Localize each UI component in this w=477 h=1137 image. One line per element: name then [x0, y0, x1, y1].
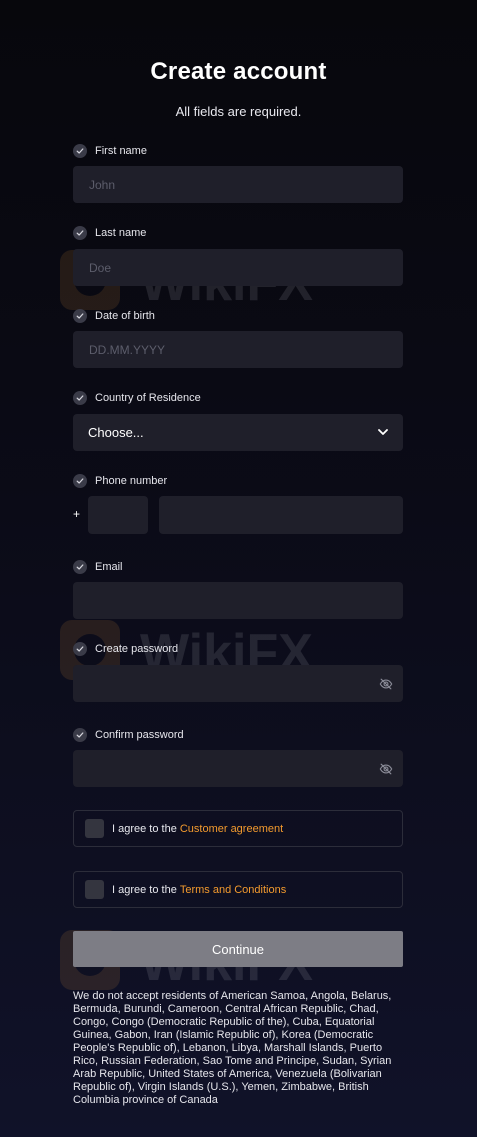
phone-prefix: + — [73, 507, 81, 521]
check-icon — [73, 144, 87, 158]
customer-agreement-row: I agree to the Customer agreement — [73, 810, 403, 847]
check-icon — [73, 560, 87, 574]
password-label-text: Create password — [95, 643, 179, 655]
country-label: Country of Residence — [73, 390, 201, 406]
check-icon — [73, 226, 87, 240]
check-icon — [73, 391, 87, 405]
confirm-password-input[interactable] — [73, 750, 403, 787]
terms-link[interactable]: Terms and Conditions — [180, 884, 286, 896]
date-of-birth-input[interactable] — [73, 331, 403, 368]
terms-text: I agree to the — [112, 883, 177, 896]
last-name-label-text: Last name — [95, 227, 147, 239]
eye-off-icon[interactable] — [379, 677, 393, 691]
first-name-label: First name — [73, 143, 147, 159]
last-name-input[interactable] — [73, 249, 403, 286]
residency-notice: We do not accept residents of American S… — [73, 990, 392, 1106]
phone-code-input[interactable] — [88, 496, 148, 534]
password-input[interactable] — [73, 665, 403, 702]
email-label-text: Email — [95, 561, 123, 573]
first-name-label-text: First name — [95, 145, 147, 157]
confirm-password-label-text: Confirm password — [95, 729, 184, 741]
customer-agreement-checkbox[interactable] — [85, 819, 104, 838]
date-of-birth-label: Date of birth — [73, 308, 155, 324]
first-name-input[interactable] — [73, 166, 403, 203]
email-input[interactable] — [73, 582, 403, 619]
check-icon — [73, 642, 87, 656]
eye-off-icon[interactable] — [379, 762, 393, 776]
phone-label-text: Phone number — [95, 475, 168, 487]
confirm-password-label: Confirm password — [73, 727, 184, 743]
country-select[interactable]: Choose... — [73, 414, 403, 451]
customer-agreement-link[interactable]: Customer agreement — [180, 823, 283, 835]
country-label-text: Country of Residence — [95, 392, 201, 404]
chevron-down-icon — [378, 429, 388, 435]
email-label: Email — [73, 559, 123, 575]
continue-button[interactable]: Continue — [73, 931, 403, 967]
page-subtitle: All fields are required. — [175, 104, 302, 119]
terms-checkbox[interactable] — [85, 880, 104, 899]
page-title: Create account — [150, 58, 327, 85]
create-account-page: WikiFX WikiFX WikiFX Create account All … — [0, 0, 477, 1137]
check-icon — [73, 309, 87, 323]
date-of-birth-label-text: Date of birth — [95, 310, 155, 322]
phone-label: Phone number — [73, 473, 167, 489]
password-label: Create password — [73, 641, 178, 657]
check-icon — [73, 728, 87, 742]
terms-row: I agree to the Terms and Conditions — [73, 871, 403, 908]
country-selected-value: Choose... — [88, 425, 144, 440]
phone-number-input[interactable] — [159, 496, 403, 534]
last-name-label: Last name — [73, 225, 146, 241]
customer-agreement-text: I agree to the — [112, 822, 177, 835]
check-icon — [73, 474, 87, 488]
